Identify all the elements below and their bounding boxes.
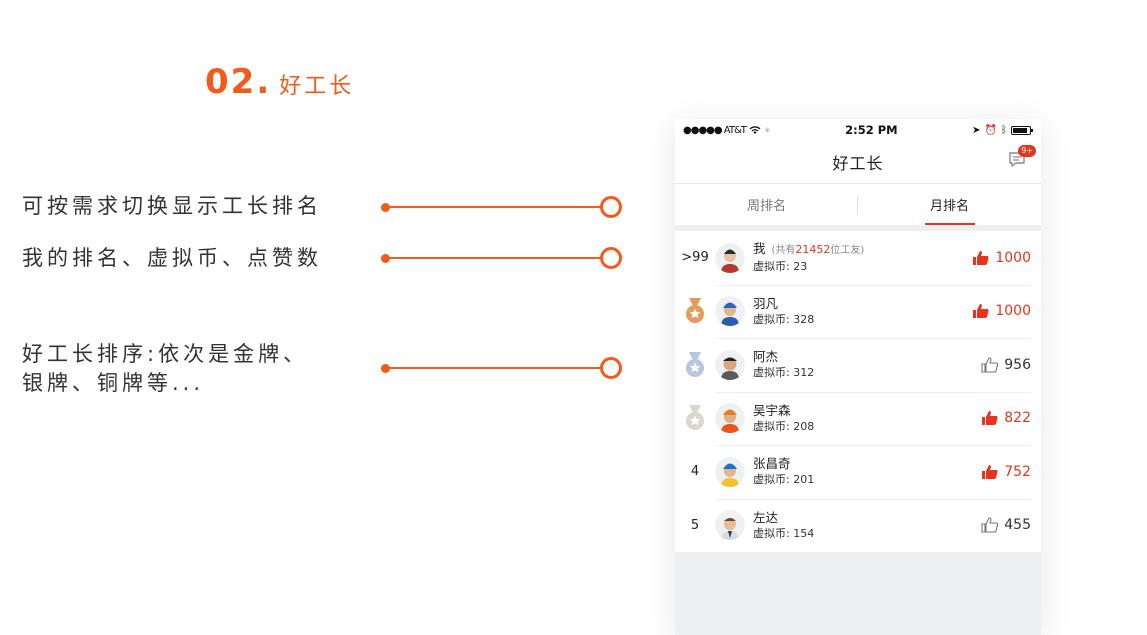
tab-weekly-ranking[interactable]: 周排名 — [675, 184, 858, 225]
silver-medal-icon — [686, 351, 704, 377]
user-name: 张昌奇 — [753, 456, 791, 472]
avatar — [715, 456, 745, 487]
thumbs-up-icon — [973, 304, 989, 319]
location-icon: ➤ — [972, 124, 981, 136]
like-count[interactable]: 822 — [981, 409, 1041, 427]
total-users-note: (共有21452位工友) — [771, 243, 865, 257]
callout-ring — [600, 196, 622, 218]
my-rank-row[interactable]: >99 我 (共有21452位工友) 虚拟币: 23 1000 — [675, 231, 1041, 285]
alarm-icon: ⏰ — [984, 124, 997, 136]
thumbs-up-icon — [982, 411, 998, 426]
callout-medal-order-line2: 银牌、铜牌等... — [22, 371, 205, 395]
coins-value: 虚拟币: 154 — [753, 526, 815, 540]
user-name: 阿杰 — [753, 349, 779, 365]
table-row[interactable]: 吴宇森 虚拟币: 208 822 — [675, 391, 1041, 446]
callout-switch-ranking: 可按需求切换显示工长排名 — [22, 194, 322, 218]
coins-value: 虚拟币: 208 — [753, 419, 815, 433]
coins-value: 虚拟币: 201 — [753, 473, 815, 487]
wifi-icon — [749, 125, 761, 134]
user-name: 吴宇森 — [753, 402, 791, 418]
section-number: 02. — [205, 62, 272, 102]
avatar — [715, 242, 745, 273]
section-heading: 02. 好工长 — [205, 62, 354, 102]
ranking-list: >99 我 (共有21452位工友) 虚拟币: 23 1000 羽凡 虚拟币: … — [675, 231, 1041, 552]
callout-medal-order: 好工长排序:依次是金牌、 银牌、铜牌等... — [22, 340, 308, 398]
user-name: 我 — [753, 241, 766, 257]
callout-line — [388, 206, 604, 208]
page-title: 好工长 — [832, 154, 884, 173]
phone-screen: ●●●●● AT&T ✳ 2:52 PM ➤ ⏰ ᛒ 好工长 9+ 周排名 月排… — [675, 119, 1041, 635]
table-row[interactable]: 阿杰 虚拟币: 312 956 — [675, 338, 1041, 392]
nav-bar: 好工长 9+ — [675, 141, 1041, 183]
callout-line — [388, 257, 604, 259]
gold-medal-icon — [686, 298, 704, 324]
battery-icon — [1010, 125, 1033, 135]
status-bar: ●●●●● AT&T ✳ 2:52 PM ➤ ⏰ ᛒ — [675, 119, 1041, 141]
bluetooth-icon: ᛒ — [1000, 124, 1007, 136]
like-count[interactable]: 1000 — [972, 249, 1041, 267]
coins-value: 虚拟币: 328 — [753, 312, 815, 326]
carrier-label: ●●●●● AT&T — [683, 124, 747, 136]
avatar — [715, 510, 745, 541]
callout-ring — [600, 247, 622, 269]
thumbs-up-icon — [981, 357, 999, 373]
loading-icon: ✳ — [763, 125, 771, 135]
like-count[interactable]: 1000 — [972, 302, 1041, 320]
avatar — [715, 403, 745, 434]
bronze-medal-icon — [686, 405, 704, 431]
rank-number: >99 — [681, 250, 709, 266]
coins-value: 虚拟币: 312 — [753, 366, 815, 380]
section-title: 好工长 — [279, 74, 355, 99]
thumbs-up-icon — [973, 250, 989, 265]
table-row[interactable]: 5 左达 虚拟币: 154 455 — [675, 498, 1041, 553]
rank-number: 4 — [690, 464, 700, 480]
coins-value: 虚拟币: 23 — [753, 260, 808, 274]
table-row[interactable]: 羽凡 虚拟币: 328 1000 — [675, 284, 1041, 339]
callout-my-rank: 我的排名、虚拟币、点赞数 — [22, 246, 322, 270]
like-count[interactable]: 455 — [981, 516, 1041, 534]
user-name: 左达 — [753, 509, 779, 525]
avatar — [715, 296, 745, 327]
message-badge: 9+ — [1018, 145, 1036, 157]
rank-number: 5 — [690, 517, 700, 533]
thumbs-up-icon — [982, 464, 998, 479]
ranking-tabs: 周排名 月排名 — [675, 183, 1041, 225]
status-time: 2:52 PM — [845, 123, 898, 137]
thumbs-up-icon — [981, 517, 999, 533]
total-users-count: 21452 — [795, 243, 831, 257]
tab-monthly-ranking[interactable]: 月排名 — [858, 184, 1041, 225]
avatar — [715, 349, 745, 380]
table-row[interactable]: 4 张昌奇 虚拟币: 201 752 — [675, 445, 1041, 499]
callout-ring — [600, 357, 622, 379]
user-name: 羽凡 — [753, 295, 779, 311]
callout-line — [388, 367, 604, 369]
like-count[interactable]: 752 — [981, 463, 1041, 481]
message-button[interactable]: 9+ — [1007, 145, 1036, 172]
like-count[interactable]: 956 — [981, 356, 1041, 374]
callout-medal-order-line1: 好工长排序:依次是金牌、 — [22, 342, 309, 366]
